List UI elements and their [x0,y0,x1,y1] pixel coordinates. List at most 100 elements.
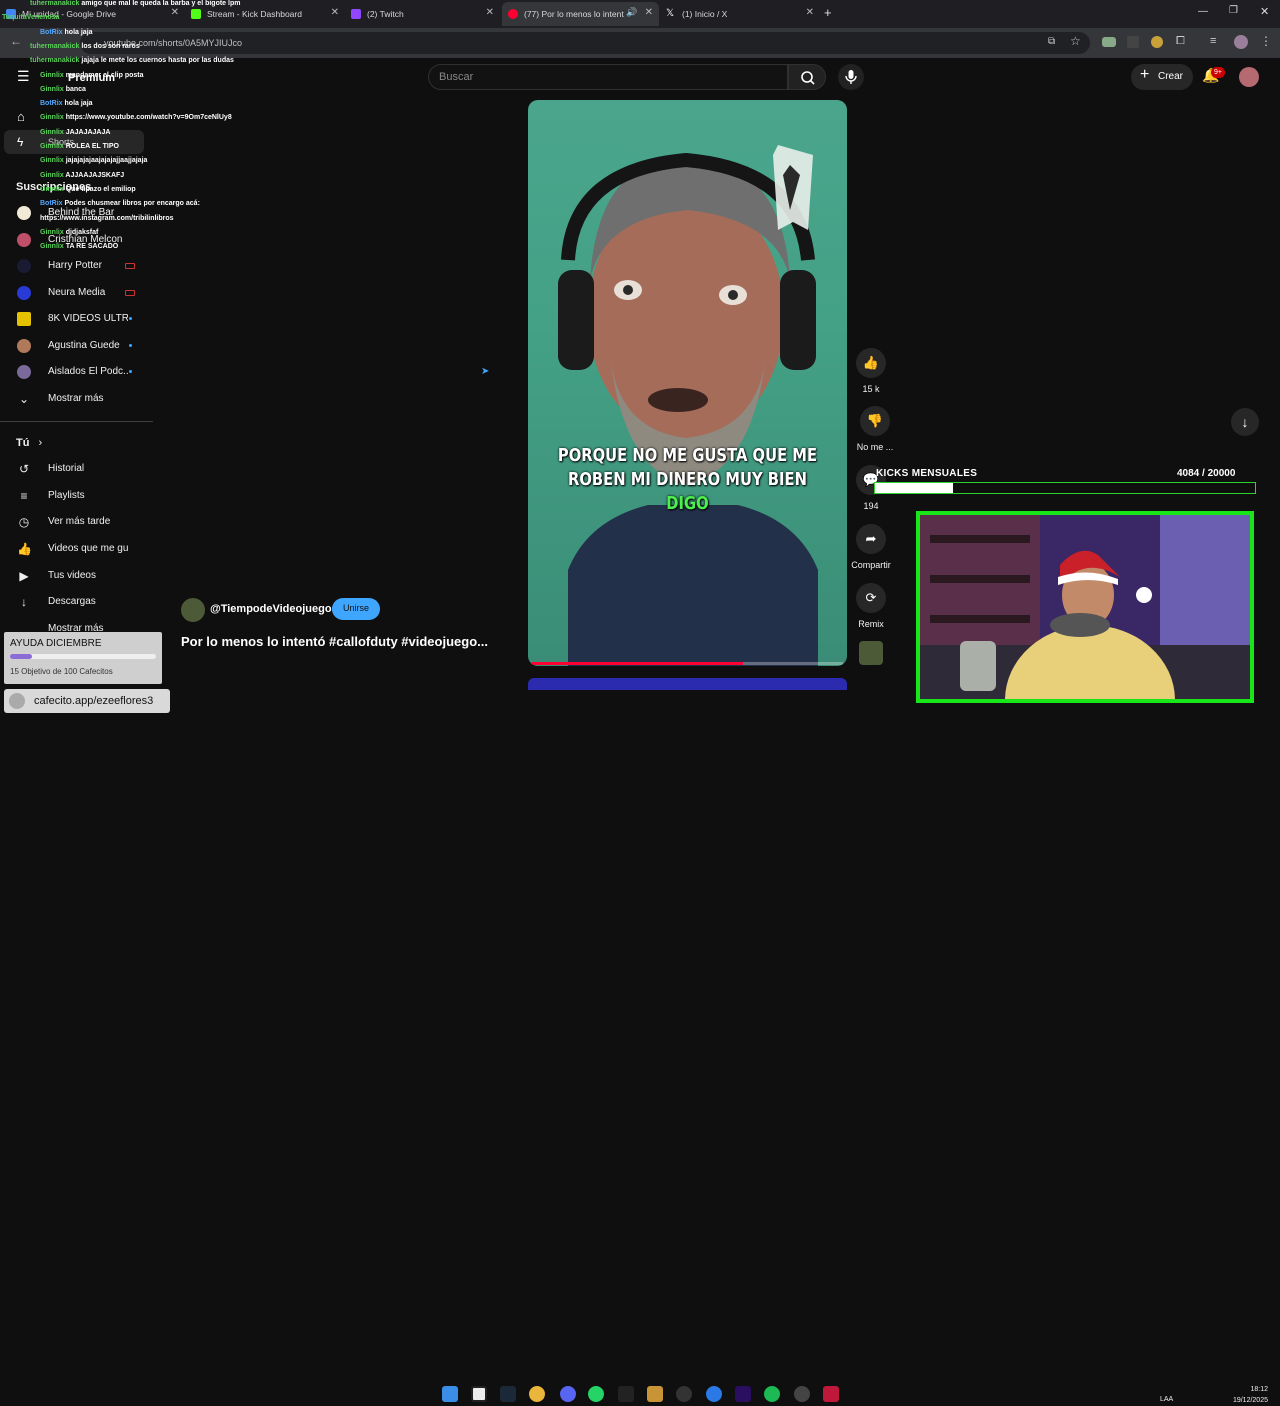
history-icon: ↺ [18,462,30,476]
sidebar-item-liked-videos[interactable]: 👍 Videos que me gus... [0,538,150,560]
sidebar-sub-agustina-guede[interactable]: Agustina Guede [0,335,150,357]
account-avatar[interactable] [1239,67,1259,87]
chat-message: Ginnlix https://www.youtube.com/watch?v=… [40,114,232,121]
chat-text: Podes chusmear libros por encargo acá: [64,200,200,208]
app-icon[interactable] [706,1386,722,1402]
profile-avatar[interactable] [1234,35,1248,49]
extension-icon[interactable] [1102,37,1116,47]
steam-icon[interactable] [500,1386,516,1402]
app-icon[interactable] [794,1386,810,1402]
url-field[interactable]: youtube.com/shorts/0A5MYJIUJco [80,32,1090,54]
search-placeholder: Buscar [439,71,474,83]
sidebar-sub-neura-media[interactable]: Neura Media [0,282,150,304]
sidebar-sub-8k-videos[interactable]: 8K VIDEOS ULTR... [0,308,150,330]
video-frame [558,145,818,666]
shorts-video-player[interactable]: PORQUE NO ME GUSTA QUE ME ROBEN MI DINER… [528,100,847,666]
chat-text: ROLEA EL TIPO [65,143,119,150]
channel-name[interactable]: @TiempodeVideojuegos [210,603,338,615]
sidebar-show-more[interactable]: ⌄ Mostrar más [0,388,150,410]
language-indicator[interactable]: LAA [1160,1396,1173,1403]
obs-icon[interactable] [618,1386,634,1402]
chat-message: Ginnlix JAJAJAJAJA [40,129,110,136]
maximize-icon[interactable]: ❐ [1229,5,1238,16]
whatsapp-icon[interactable] [588,1386,604,1402]
channel-avatar [17,259,31,273]
app-icon[interactable] [647,1386,663,1402]
chrome-icon[interactable] [529,1386,545,1402]
taskbar-clock[interactable]: 18:12 19/12/2025 [1226,1384,1268,1406]
goal-title: AYUDA DICIEMBRE [10,638,102,649]
app-icon[interactable] [676,1386,692,1402]
sidebar-sub-harry-potter[interactable]: Harry Potter [0,255,150,277]
video-progress-track[interactable] [532,662,843,665]
bookmark-star-icon[interactable]: ☆ [1070,34,1081,48]
chat-message: tuhermanakick jajaja le mete los cuernos… [30,57,234,64]
live-icon [125,263,135,269]
next-video-button[interactable]: ↓ [1231,408,1259,436]
close-tab-icon[interactable]: ✕ [486,7,494,18]
sidebar-item-downloads[interactable]: ↓ Descargas [0,591,150,613]
close-tab-icon[interactable]: ✕ [171,7,179,18]
chat-message: BotRix hola jaja [40,29,93,36]
chat-message: Ginnlix mandamer el clip posta [40,72,144,79]
back-icon[interactable]: ← [10,34,22,48]
share-button[interactable]: ➦ Compartir [841,524,901,570]
close-tab-icon[interactable]: ✕ [645,7,653,18]
chat-text: AJJAAJAJSKAFJ [65,171,125,179]
channel-avatar [17,233,31,247]
chat-message: tuhermanakick amigo que mal le queda la … [30,0,240,7]
discord-icon[interactable] [560,1386,576,1402]
sidebar-item-label: Mostrar más [48,393,104,404]
tab-twitch[interactable]: (2) Twitch ✕ [345,2,500,26]
sidebar-item-playlists[interactable]: ≡ Playlists [0,485,150,507]
tab-youtube-active[interactable]: (77) Por lo menos lo intentó 🔊 ✕ [502,2,659,26]
voice-search-button[interactable] [838,64,864,90]
remix-label: Remix [858,619,884,629]
search-button[interactable] [788,64,826,90]
sidebar-item-your-videos[interactable]: ▶ Tus videos [0,565,150,587]
windows-start-icon[interactable] [442,1386,458,1402]
speaker-icon[interactable]: 🔊 [626,7,637,18]
chat-username: Ginnlix [40,157,64,165]
extensions-puzzle-icon[interactable]: ⧠ [1176,35,1185,48]
search-input[interactable]: Buscar [428,64,788,90]
donation-goal-widget: AYUDA DICIEMBRE 15 Objetivo de 100 Cafec… [4,632,162,684]
close-tab-icon[interactable]: ✕ [806,7,814,18]
sidebar-item-history[interactable]: ↺ Historial [0,458,150,480]
you-heading[interactable]: Tú › [16,437,42,449]
task-view-icon[interactable] [471,1386,487,1402]
like-button[interactable]: 👍 15 k [841,348,901,394]
chat-message: Ginnlix banca [40,86,86,93]
minimize-icon[interactable]: — [1198,6,1208,17]
next-video-preview[interactable] [528,678,847,690]
close-tab-icon[interactable]: ✕ [331,7,339,18]
sidebar-item-label: Agustina Guede [48,340,120,351]
browser-menu-icon[interactable]: ⋮ [1260,34,1272,48]
chat-message: tuhermanakick los dos son raros [30,43,140,50]
audio-source-thumbnail[interactable] [859,641,883,665]
install-icon[interactable]: ⧉ [1048,36,1055,47]
mouse-cursor-icon: ➤ [481,366,490,377]
extension-icon[interactable] [1151,36,1163,48]
remix-button[interactable]: ⟳ Remix [841,583,901,629]
chat-username: BotRix [40,200,63,208]
join-button[interactable]: Unirse [332,598,381,620]
chat-username: Ginnlix [40,243,64,251]
channel-avatar[interactable] [181,598,205,622]
channel-avatar [17,312,31,326]
sidebar-item-watch-later[interactable]: ◷ Ver más tarde [0,511,150,533]
dislike-button[interactable]: 👎 No me ... [845,406,905,452]
app-icon[interactable] [823,1386,839,1402]
new-tab-button[interactable]: + [824,5,832,20]
premiere-icon[interactable] [735,1386,751,1402]
home-icon[interactable]: ⌂ [17,109,25,124]
tab-x[interactable]: 𝕏 (1) Inicio / X ✕ [660,2,820,26]
chat-message: Ginnlix Que tipazo el emiliop [40,186,136,193]
sidebar-sub-aislados[interactable]: Aislados El Podc... [0,361,150,383]
downloads-icon: ↓ [21,595,27,609]
spotify-icon[interactable] [764,1386,780,1402]
hamburger-menu-icon[interactable]: ☰ [17,68,30,85]
extension-icon[interactable] [1127,36,1139,48]
close-window-icon[interactable]: ✕ [1260,5,1269,18]
media-control-icon[interactable]: ≡ [1210,35,1216,47]
